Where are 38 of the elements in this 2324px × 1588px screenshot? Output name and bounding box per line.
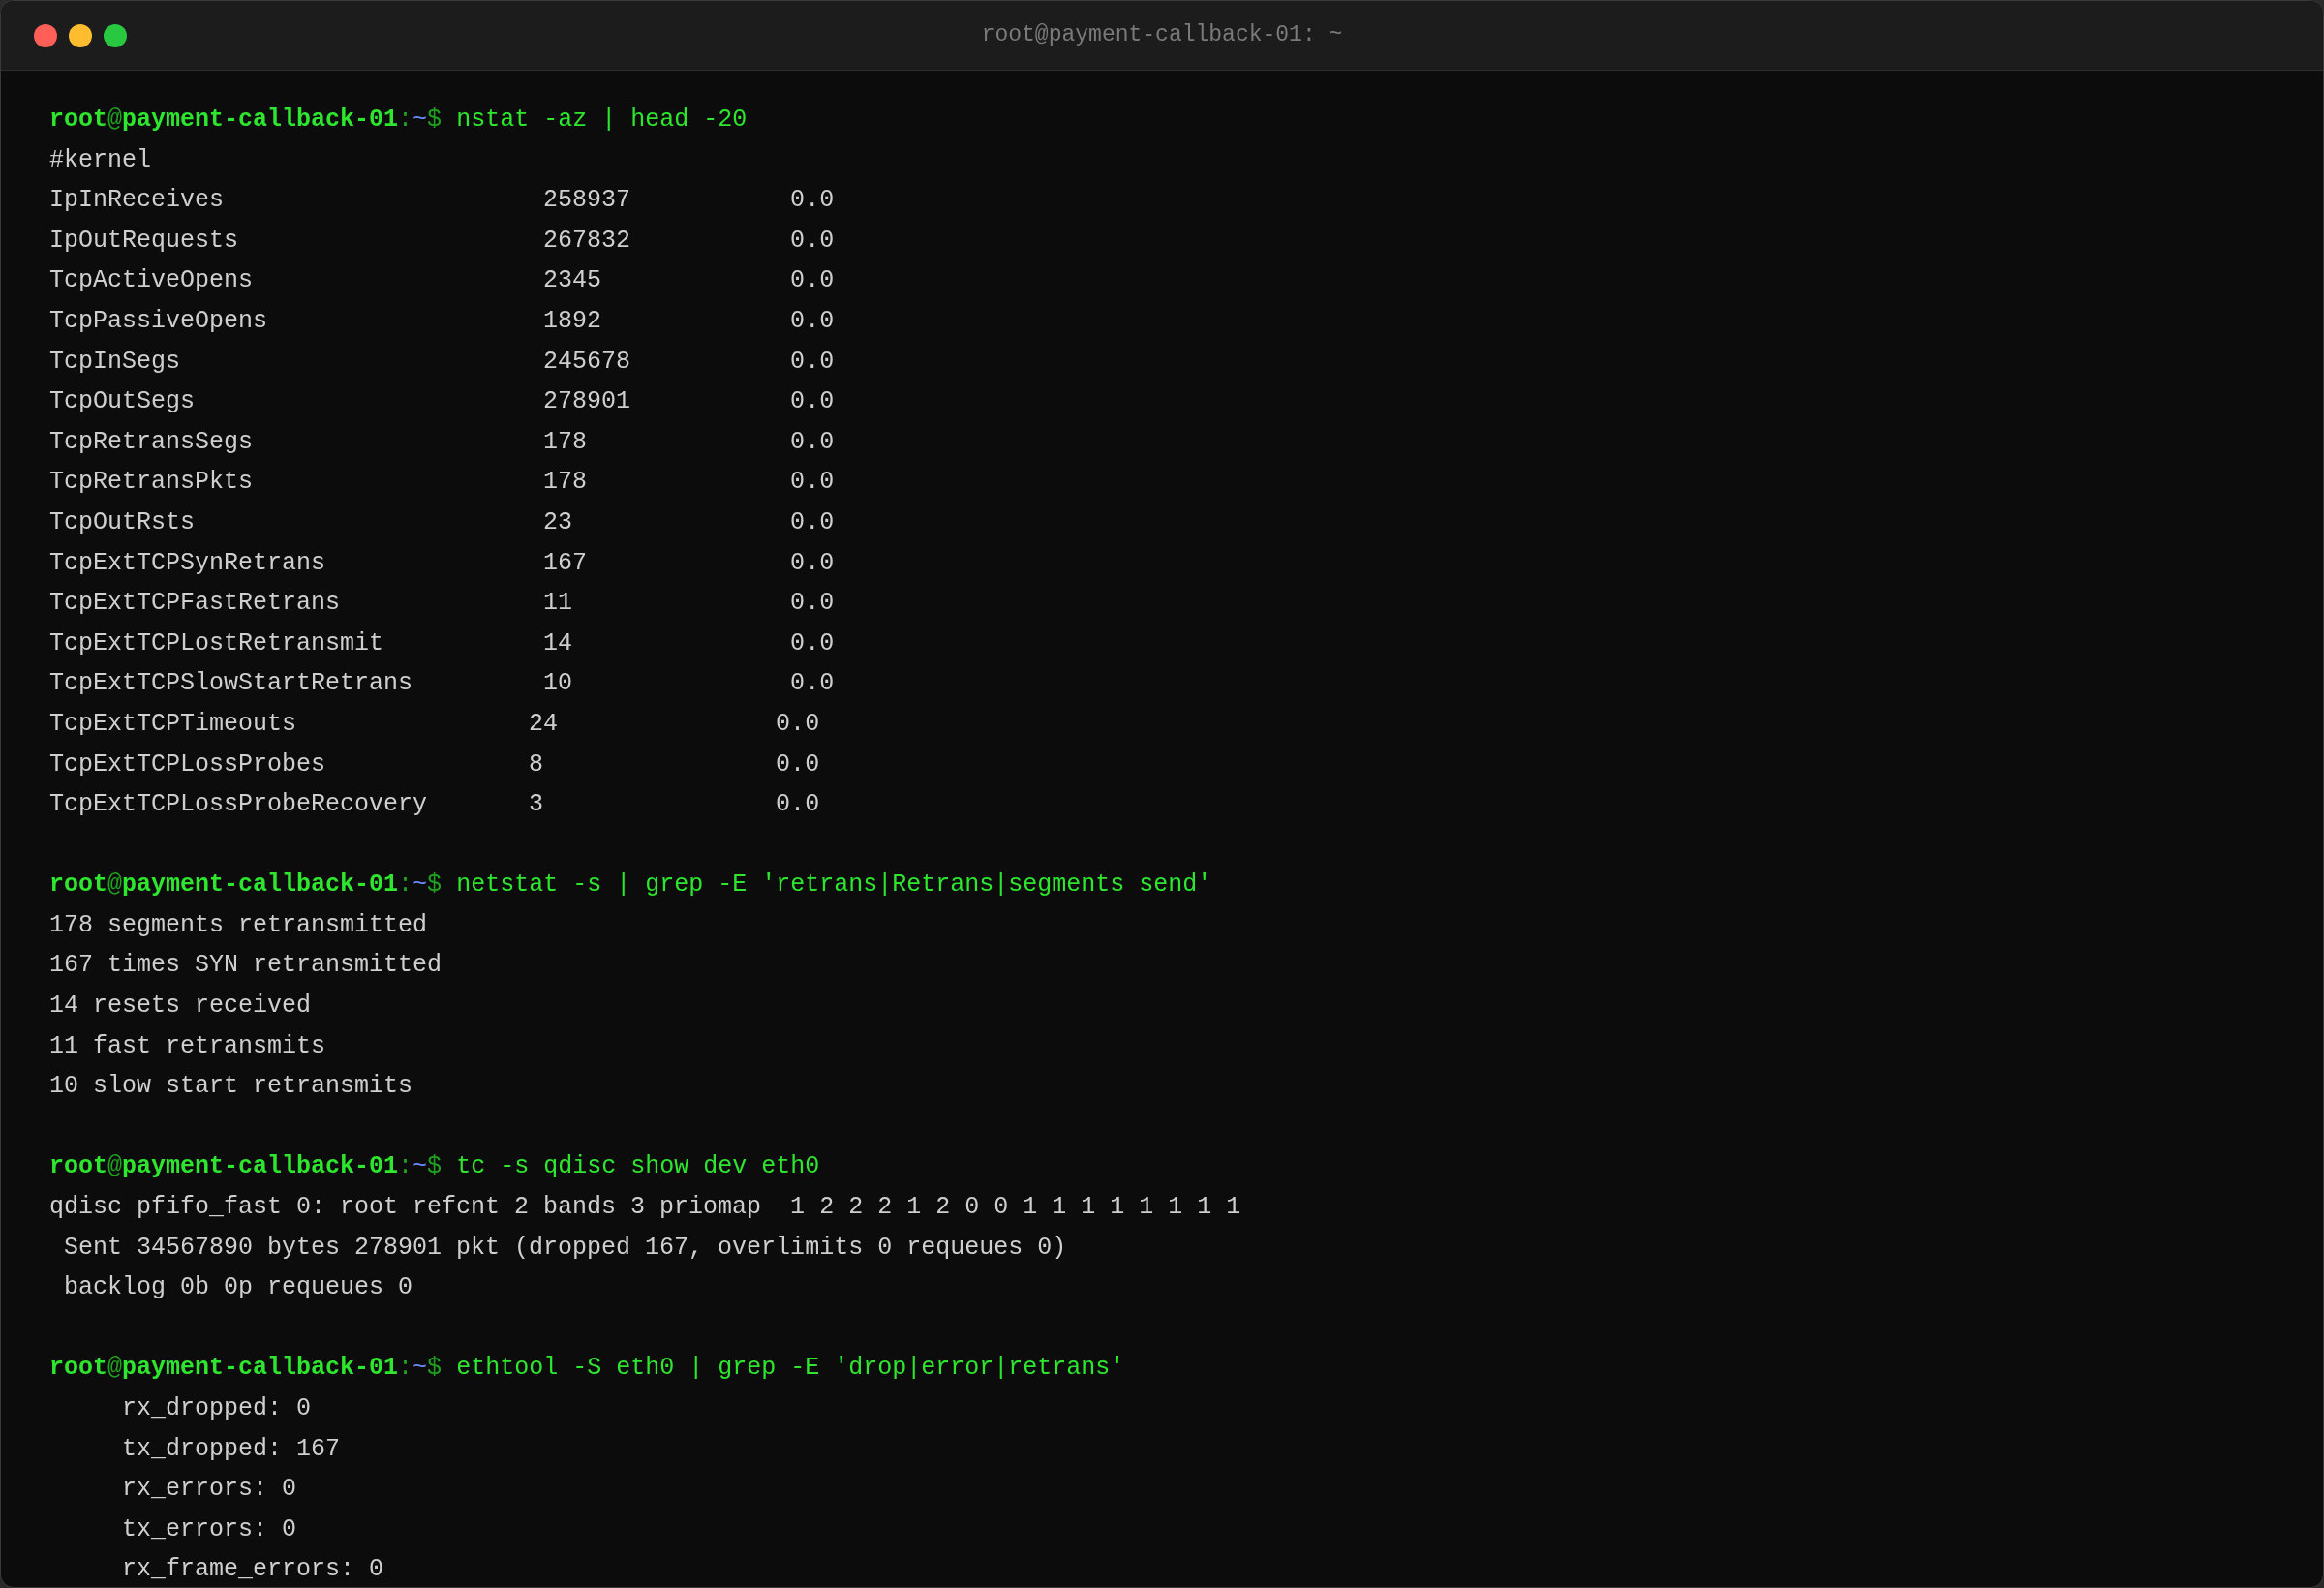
output-line: TcpOutSegs 278901 0.0 — [49, 386, 835, 418]
output-line: TcpExtTCPSlowStartRetrans 10 0.0 — [49, 668, 835, 700]
output-line: Sent 34567890 bytes 278901 pkt (dropped 167, overlimits 0 requeues 0) — [63, 1232, 1067, 1264]
window-title: root@payment-callback-01: ~ — [981, 21, 1343, 50]
output-line: IpInReceives 258937 0.0 — [49, 185, 835, 217]
close-button[interactable] — [34, 23, 57, 47]
output-line: TcpInSegs 245678 0.0 — [49, 346, 835, 378]
output-line: rx_dropped: 0 — [121, 1393, 312, 1424]
prompt-line: root@payment-callback-01:~$ netstat -s | grep -E 'retrans|Retrans|segments send' — [49, 870, 1212, 901]
maximize-button[interactable] — [104, 23, 127, 47]
output-line: IpOutRequests 267832 0.0 — [49, 225, 835, 257]
output-line: 14 resets received — [49, 991, 312, 1023]
output-line: TcpRetransSegs 178 0.0 — [49, 426, 835, 458]
output-line: TcpOutRsts 23 0.0 — [49, 506, 835, 538]
output-line: TcpExtTCPSynRetrans 167 0.0 — [49, 547, 835, 579]
output-line: TcpExtTCPFastRetrans 11 0.0 — [49, 588, 835, 620]
prompt-line: root@payment-callback-01:~$ tc -s qdisc show dev eth0 — [49, 1151, 820, 1183]
output-line: 167 times SYN retransmitted — [49, 950, 443, 982]
output-line: 10 slow start retransmits — [49, 1071, 413, 1103]
output-line: TcpRetransPkts 178 0.0 — [49, 467, 835, 499]
prompt-line: root@payment-callback-01:~$ nstat -az | head -20 — [49, 105, 748, 136]
output-line: TcpExtTCPLossProbeRecovery 3 0.0 — [49, 789, 820, 821]
output-line: TcpExtTCPTimeouts 24 0.0 — [49, 708, 820, 740]
prompt-line: root@payment-callback-01:~$ ethtool -S eth0 | grep -E 'drop|error|retrans' — [49, 1353, 1125, 1385]
output-line: TcpExtTCPLostRetransmit 14 0.0 — [49, 627, 835, 659]
output-line: qdisc pfifo_fast 0: root refcnt 2 bands 3 priomap 1 2 2 2 1 2 0 0 1 1 1 1 1 1 1 1 — [49, 1192, 1241, 1224]
output-line: #kernel — [49, 144, 152, 176]
minimize-button[interactable] — [69, 23, 92, 47]
output-line: tx_dropped: 167 — [121, 1433, 341, 1465]
output-line: TcpPassiveOpens 1892 0.0 — [49, 305, 835, 337]
output-line: backlog 0b 0p requeues 0 — [63, 1272, 413, 1304]
output-line: TcpActiveOpens 2345 0.0 — [49, 265, 835, 297]
output-line: rx_errors: 0 — [121, 1474, 297, 1506]
output-line: 11 fast retransmits — [49, 1030, 326, 1062]
output-line: tx_errors: 0 — [121, 1513, 297, 1545]
output-line: 178 segments retransmitted — [49, 909, 428, 941]
output-line: rx_frame_errors: 0 — [121, 1554, 384, 1586]
output-line: TcpExtTCPLossProbes 8 0.0 — [49, 748, 820, 780]
